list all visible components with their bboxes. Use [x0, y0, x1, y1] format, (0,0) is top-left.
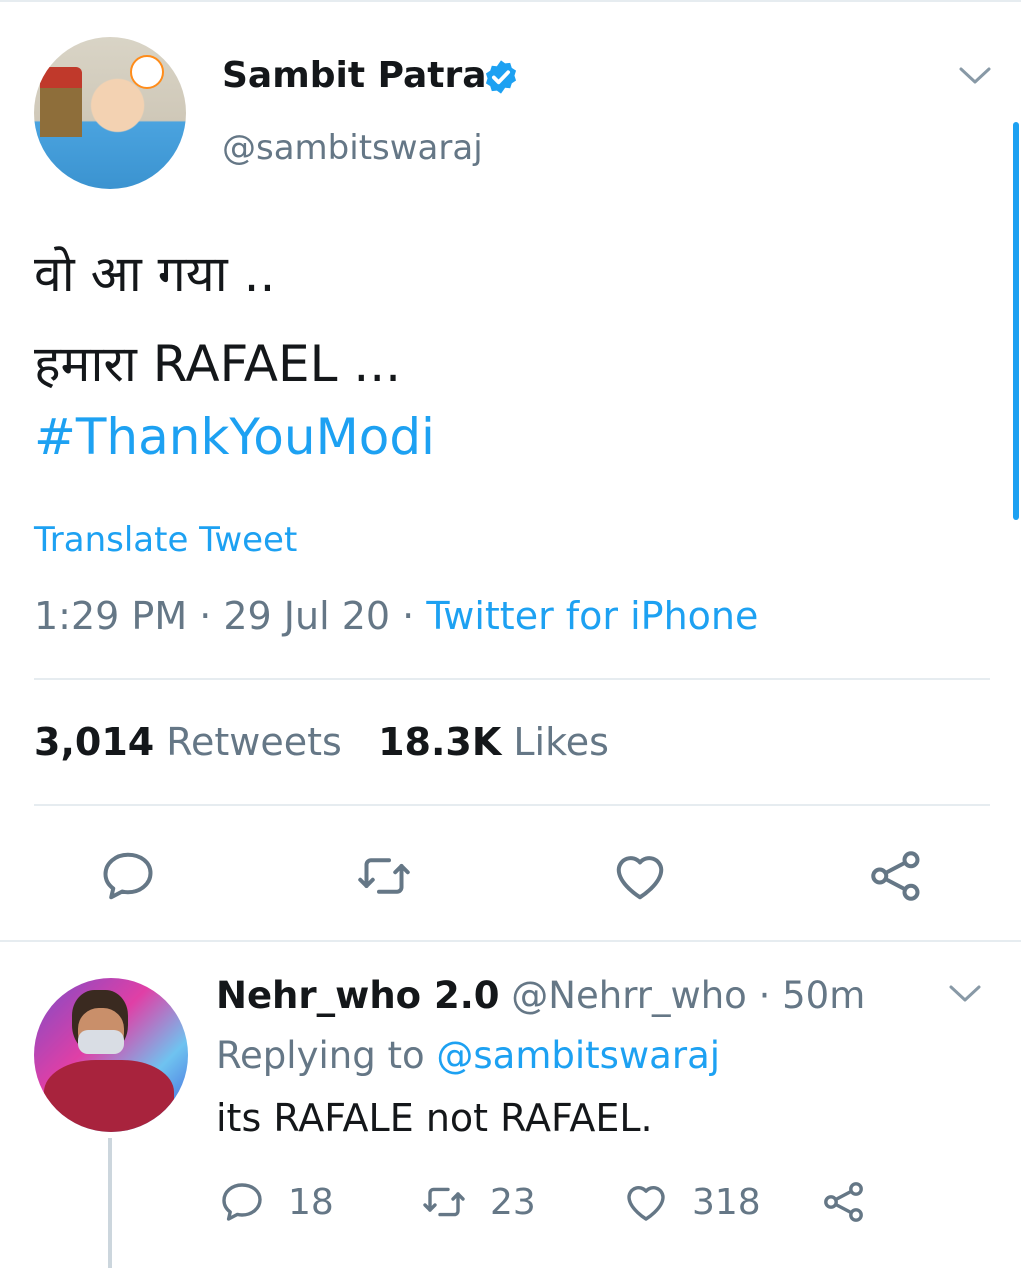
avatar-figure-mask — [78, 1030, 124, 1054]
author-name[interactable]: Sambit Patra — [222, 55, 487, 96]
section-divider — [0, 940, 1021, 942]
translate-tweet-link[interactable]: Translate Tweet — [34, 520, 297, 560]
replying-label: Replying to — [216, 1034, 425, 1077]
reply-reply-count: 18 — [288, 1181, 334, 1223]
reply-retweet-button[interactable]: 23 — [420, 1178, 536, 1226]
verified-badge-icon — [485, 60, 517, 94]
tweet-meta: 1:29 PM · 29 Jul 20 · Twitter for iPhone — [34, 594, 758, 638]
tweet-source-link[interactable]: Twitter for iPhone — [426, 594, 758, 638]
meta-separator: · — [187, 594, 224, 638]
reply-share-button[interactable] — [820, 1178, 868, 1226]
likes-count: 18.3K — [378, 720, 502, 764]
author-handle[interactable]: @sambitswaraj — [222, 128, 483, 168]
tweet-stats: 3,014 Retweets 18.3K Likes — [34, 720, 609, 764]
reply-icon — [222, 1183, 262, 1221]
reply-author-handle[interactable]: @Nehrr_who — [511, 974, 747, 1017]
tweet-text-line-1: वो आ गया .. — [34, 245, 276, 303]
avatar-figure-body — [44, 1060, 174, 1132]
like-icon — [616, 856, 664, 900]
retweets-label: Retweets — [166, 720, 342, 764]
scrollbar[interactable] — [1013, 122, 1019, 520]
tweet-text-line-2: हमारा RAFAEL ... — [34, 335, 402, 393]
reply-age: 50m — [782, 974, 866, 1017]
avatar-party-badge — [130, 55, 164, 89]
tweet-time: 1:29 PM — [34, 594, 188, 638]
reply-button[interactable] — [98, 846, 158, 906]
like-icon — [627, 1186, 665, 1221]
author-avatar[interactable] — [34, 37, 186, 189]
replying-to: Replying to @sambitswaraj — [216, 1034, 720, 1077]
retweet-button[interactable] — [354, 846, 414, 906]
retweets-stat[interactable]: 3,014 Retweets — [34, 720, 342, 764]
reply-icon — [103, 852, 153, 900]
replying-to-handle[interactable]: @sambitswaraj — [436, 1034, 720, 1077]
retweet-icon — [358, 858, 410, 894]
chevron-down-icon[interactable] — [948, 984, 982, 1004]
reply-reply-button[interactable]: 18 — [218, 1178, 334, 1226]
divider — [34, 678, 990, 680]
reply-like-count: 318 — [692, 1181, 761, 1223]
top-divider — [0, 0, 1021, 2]
chevron-down-icon[interactable] — [958, 66, 992, 86]
likes-label: Likes — [513, 720, 609, 764]
reply-retweet-count: 23 — [490, 1181, 536, 1223]
avatar-background-temple — [40, 67, 82, 137]
reply-separator: · — [746, 974, 783, 1017]
reply-like-button[interactable]: 318 — [622, 1178, 761, 1226]
tweet-hashtag[interactable]: #ThankYouModi — [34, 408, 435, 466]
share-button[interactable] — [866, 846, 926, 906]
likes-stat[interactable]: 18.3K Likes — [378, 720, 609, 764]
retweets-count: 3,014 — [34, 720, 155, 764]
share-icon — [824, 1182, 863, 1222]
thread-line — [108, 1138, 112, 1268]
reply-author-avatar[interactable] — [34, 978, 188, 1132]
meta-separator: · — [390, 594, 427, 638]
divider — [34, 804, 990, 806]
share-icon — [871, 851, 920, 901]
reply-author-name[interactable]: Nehr_who 2.0 — [216, 974, 500, 1017]
reply-text: its RAFALE not RAFAEL. — [216, 1096, 653, 1140]
reply-header: Nehr_who 2.0 @Nehrr_who · 50m — [216, 974, 865, 1017]
tweet-date: 29 Jul 20 — [223, 594, 391, 638]
like-button[interactable] — [610, 846, 670, 906]
retweet-icon — [423, 1187, 465, 1217]
